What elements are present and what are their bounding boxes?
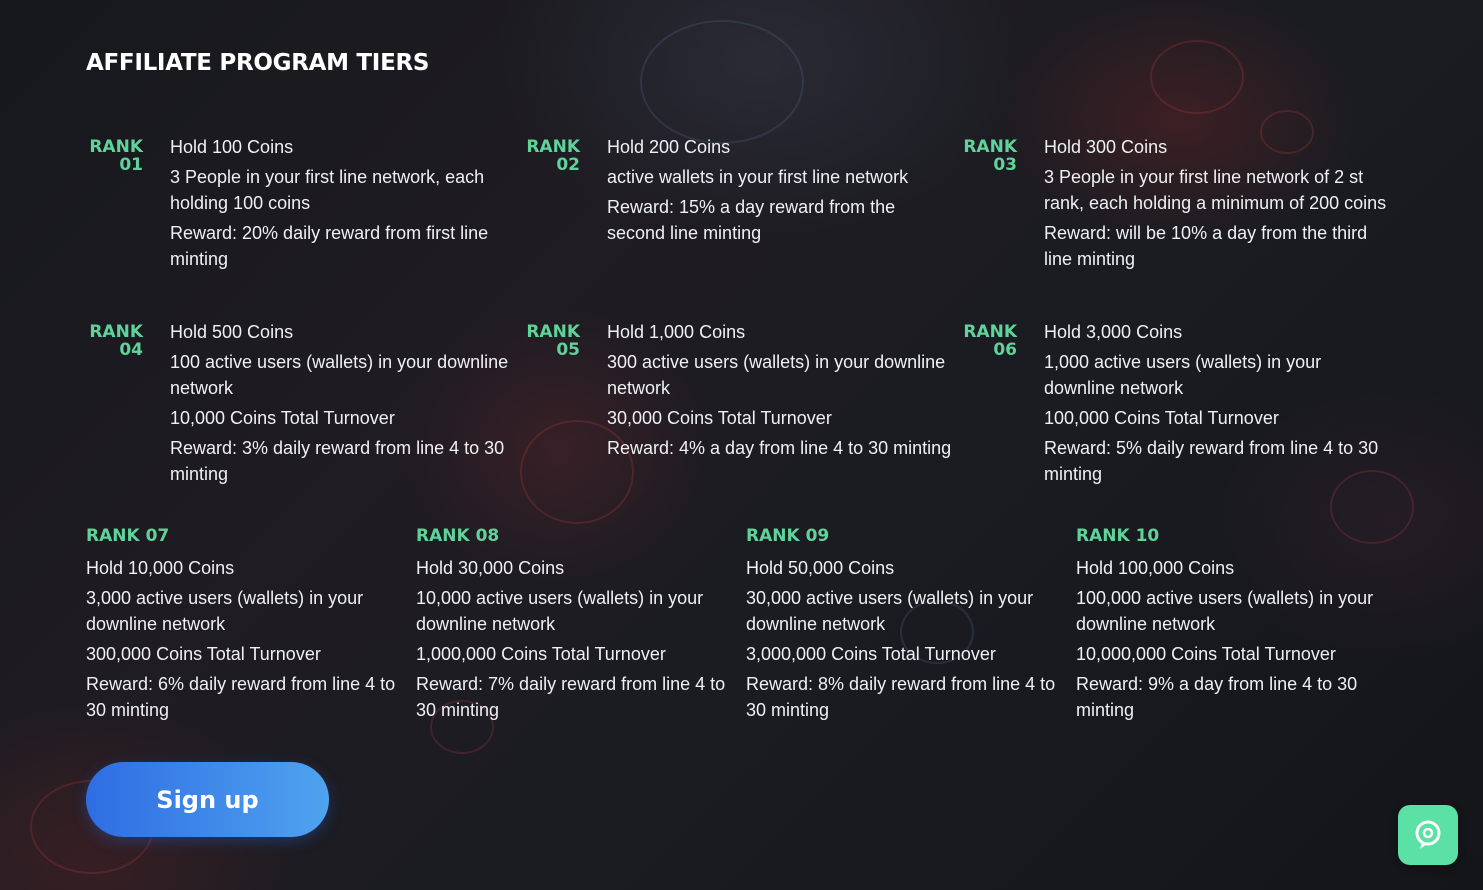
tier-rank-01: RANK 01 Hold 100 Coins 3 People in your … [86,134,516,276]
rank-number: 03 [993,155,1017,175]
page-title: AFFILIATE PROGRAM TIERS [86,50,430,76]
rank-word: RANK [89,322,143,342]
tier-reward: Reward: 6% daily reward from line 4 to 3… [86,674,396,720]
tier-requirement: 100,000 Coins Total Turnover [1044,408,1279,428]
rank-label: RANK 05 [523,319,607,465]
rank-number: 02 [556,155,580,175]
rank-number: 04 [119,340,143,360]
signup-button[interactable]: Sign up [86,762,329,837]
rank-label: RANK 07 [86,526,170,546]
rank-label: RANK 08 [416,526,500,546]
rank-label: RANK 06 [960,319,1044,491]
tier-rank-07: RANK 07 Hold 10,000 Coins 3,000 active u… [86,525,401,727]
background-bubble [1150,40,1244,114]
chat-widget-button[interactable] [1398,805,1458,865]
tier-requirement: 3 People in your first line network of 2… [1044,167,1387,213]
tier-requirement: Hold 300 Coins [1044,137,1168,157]
rank-label: RANK 09 [746,526,830,546]
background-bubble [640,20,804,144]
tier-requirement: 1,000,000 Coins Total Turnover [416,644,666,664]
rank-number: 05 [556,340,580,360]
tier-requirement: 30,000 active users (wallets) in your do… [746,588,1034,634]
tier-rank-05: RANK 05 Hold 1,000 Coins 300 active user… [523,319,953,465]
tier-requirement: Hold 30,000 Coins [416,558,565,578]
tier-rank-03: RANK 03 Hold 300 Coins 3 People in your … [960,134,1390,276]
tier-requirement: Hold 1,000 Coins [607,322,746,342]
tier-requirement: 3,000 active users (wallets) in your dow… [86,588,364,634]
rank-word: RANK [963,137,1017,157]
tier-rank-02: RANK 02 Hold 200 Coins active wallets in… [523,134,953,250]
tier-requirement: Hold 3,000 Coins [1044,322,1183,342]
rank-word: RANK [526,137,580,157]
tier-requirement: 3,000,000 Coins Total Turnover [746,644,996,664]
tier-requirement: Hold 100,000 Coins [1076,558,1235,578]
rank-label: RANK 01 [86,134,170,276]
tier-requirement: Hold 50,000 Coins [746,558,895,578]
tier-requirement: 100 active users (wallets) in your downl… [170,352,509,398]
rank-word: RANK [89,137,143,157]
rank-number: 06 [993,340,1017,360]
tier-requirement: 30,000 Coins Total Turnover [607,408,832,428]
tier-rank-08: RANK 08 Hold 30,000 Coins 10,000 active … [416,525,736,727]
tier-rank-06: RANK 06 Hold 3,000 Coins 1,000 active us… [960,319,1390,491]
rank-label: RANK 04 [86,319,170,491]
rank-label: RANK 03 [960,134,1044,276]
tier-requirement: 10,000 active users (wallets) in your do… [416,588,704,634]
rank-label: RANK 10 [1076,526,1160,546]
tier-requirement: 300 active users (wallets) in your downl… [607,352,946,398]
tier-requirement: 1,000 active users (wallets) in your dow… [1044,352,1322,398]
rank-number: 01 [119,155,143,175]
tier-requirement: Hold 100 Coins [170,137,294,157]
tier-rank-10: RANK 10 Hold 100,000 Coins 100,000 activ… [1076,525,1406,727]
tier-reward: Reward: 8% daily reward from line 4 to 3… [746,674,1056,720]
tier-requirement: Hold 10,000 Coins [86,558,235,578]
tier-requirement: active wallets in your first line networ… [607,167,909,187]
tier-reward: Reward: 9% a day from line 4 to 30 minti… [1076,674,1358,720]
tier-requirement: 10,000 Coins Total Turnover [170,408,395,428]
tier-requirement: 3 People in your first line network, eac… [170,167,485,213]
tier-reward: Reward: 15% a day reward from the second… [607,197,896,243]
tier-requirement: Hold 500 Coins [170,322,294,342]
rank-label: RANK 02 [523,134,607,250]
tier-rank-09: RANK 09 Hold 50,000 Coins 30,000 active … [746,525,1066,727]
tier-reward: Reward: 4% a day from line 4 to 30 minti… [607,438,952,458]
tier-reward: Reward: 5% daily reward from line 4 to 3… [1044,438,1379,484]
tier-rank-04: RANK 04 Hold 500 Coins 100 active users … [86,319,516,491]
tier-requirement: Hold 200 Coins [607,137,731,157]
tier-requirement: 10,000,000 Coins Total Turnover [1076,644,1336,664]
tier-requirement: 300,000 Coins Total Turnover [86,644,321,664]
tier-reward: Reward: 20% daily reward from first line… [170,223,489,269]
rank-word: RANK [963,322,1017,342]
tier-reward: Reward: will be 10% a day from the third… [1044,223,1368,269]
tier-requirement: 100,000 active users (wallets) in your d… [1076,588,1374,634]
tier-reward: Reward: 3% daily reward from line 4 to 3… [170,438,505,484]
rank-word: RANK [526,322,580,342]
tier-reward: Reward: 7% daily reward from line 4 to 3… [416,674,726,720]
chat-bubble-icon [1415,820,1441,849]
